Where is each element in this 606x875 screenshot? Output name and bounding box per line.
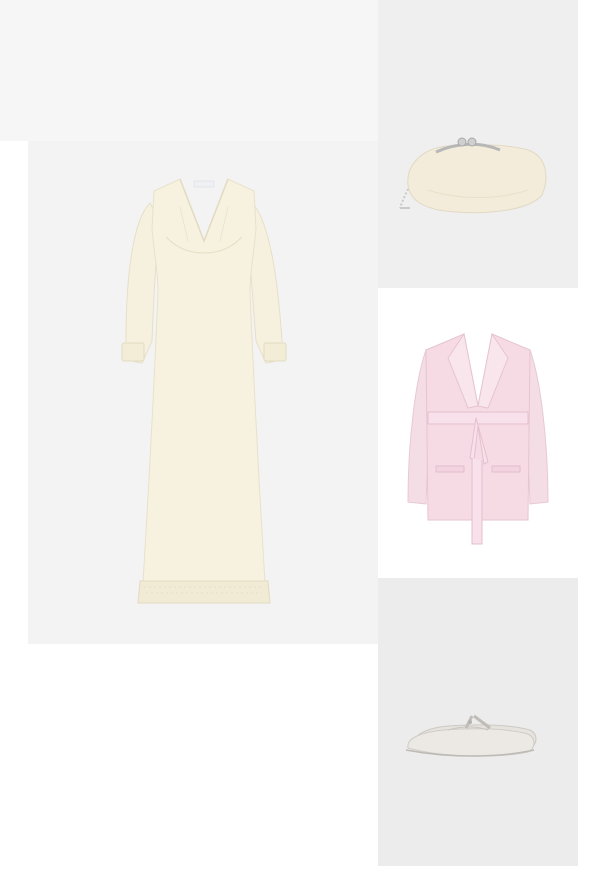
pouch-clutch-image: [399, 137, 547, 214]
mary-jane-flats-image: [405, 714, 537, 757]
backdrop-panel: [0, 0, 378, 141]
maxi-dress-image: [121, 178, 287, 604]
dress-tile[interactable]: [28, 141, 378, 644]
belted-blazer-image: [407, 332, 549, 545]
shoes-tile[interactable]: [378, 578, 578, 866]
clutch-tile[interactable]: [378, 0, 578, 288]
blazer-tile[interactable]: [378, 288, 578, 578]
